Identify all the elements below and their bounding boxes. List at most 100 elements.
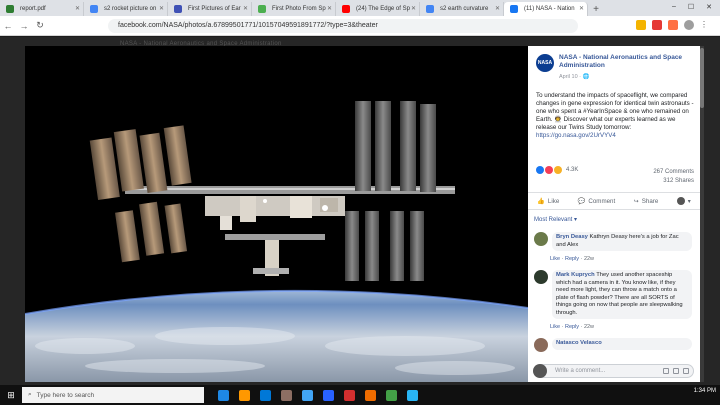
like-label: Like <box>547 197 560 205</box>
thumbs-up-icon: 👍 <box>537 198 545 205</box>
taskbar-app-icon[interactable] <box>281 389 292 401</box>
comment-bubble: Bryn Deasy Kathryn Deasy here's a job fo… <box>552 232 692 251</box>
tab-close-icon[interactable]: ✕ <box>327 5 332 12</box>
engagement-counts: 267 Comments 312 Shares <box>653 168 694 186</box>
commenter-avatar[interactable] <box>534 338 548 352</box>
reactions-summary[interactable]: 4.3K <box>536 166 578 174</box>
iss-photo-illustration <box>25 46 528 382</box>
clock-time: 1:34 PM <box>693 388 716 394</box>
system-tray-clock[interactable]: 1:34 PM <box>694 387 716 395</box>
reaction-icon <box>545 166 553 174</box>
extension-icons: ⋮ <box>636 20 710 30</box>
commenter-name[interactable]: Mark Kuprych <box>556 272 595 278</box>
tab-title: (24) The Edge of Sp <box>356 6 410 12</box>
extension-icon[interactable] <box>668 20 678 30</box>
reload-icon[interactable]: ↻ <box>32 20 48 31</box>
comment-time: 22w <box>583 324 595 330</box>
commenter-name[interactable]: Natasco Velasco <box>556 340 602 346</box>
comment-text: They used another spaceship which had a … <box>556 272 683 316</box>
taskbar-search-placeholder: Type here to search <box>36 391 95 399</box>
write-comment-input[interactable]: Write a comment... <box>533 364 694 378</box>
reaction-count: 4.3K <box>566 167 579 173</box>
browser-tab[interactable]: First Photo From Sp ✕ <box>252 2 336 16</box>
browser-tab[interactable]: (11) NASA - Nation ✕ <box>504 2 588 16</box>
windows-start-icon[interactable]: ⊞ <box>0 385 22 405</box>
commenter-avatar[interactable] <box>534 270 548 284</box>
back-icon[interactable]: ← <box>0 21 16 31</box>
commenter-avatar[interactable] <box>534 232 548 246</box>
taskbar-search-box[interactable]: ⌕ Type here to search <box>22 387 204 403</box>
tab-close-icon[interactable]: ✕ <box>243 5 248 12</box>
extension-icon[interactable] <box>652 20 662 30</box>
taskbar-app-icon[interactable] <box>365 389 376 401</box>
comment-like-link[interactable]: Like <box>550 324 560 330</box>
taskbar-app-icon[interactable] <box>323 389 334 401</box>
like-button[interactable]: 👍 Like <box>537 197 560 206</box>
taskbar-app-icon[interactable] <box>407 389 418 401</box>
browser-tab[interactable]: s2 rocket picture on ✕ <box>84 2 168 16</box>
minimize-button[interactable]: – <box>672 3 676 11</box>
tab-title: report.pdf <box>20 6 46 12</box>
forward-icon[interactable]: → <box>16 21 32 31</box>
tab-close-icon[interactable]: ✕ <box>411 5 416 12</box>
taskbar-app-icon[interactable] <box>386 389 397 401</box>
caption-link[interactable]: https://go.nasa.gov/2UrVYV4 <box>536 132 616 139</box>
comment-sort-dropdown[interactable]: Most Relevant ▾ <box>534 216 577 223</box>
browser-tab[interactable]: s2 earth curvature ✕ <box>420 2 504 16</box>
emoji-icon[interactable] <box>663 368 669 374</box>
tab-close-icon[interactable]: ✕ <box>75 5 80 12</box>
comment-like-link[interactable]: Like <box>550 256 560 262</box>
reaction-icon <box>536 166 544 174</box>
shares-count[interactable]: 312 Shares <box>653 177 694 186</box>
page-name-link[interactable]: NASA - National Aeronautics and Space Ad… <box>559 54 691 70</box>
taskbar-app-icon[interactable] <box>344 389 355 401</box>
camera-icon[interactable] <box>673 368 679 374</box>
url-field[interactable]: facebook.com/NASA/photos/a.67899501771/1… <box>108 18 578 33</box>
comment-item: Natasco Velasco <box>534 338 694 358</box>
taskbar-app-icon[interactable] <box>302 389 313 401</box>
post-actions: 👍 Like 💬 Comment ↪ Share ▾ <box>528 192 700 210</box>
globe-icon: 🌐 <box>582 74 590 80</box>
current-user-avatar <box>533 364 547 378</box>
tab-favicon-icon <box>90 5 98 13</box>
nasa-avatar[interactable]: NASA <box>536 54 554 72</box>
comment-input-icons <box>663 368 689 374</box>
comment-reply-link[interactable]: Reply <box>565 256 579 262</box>
tab-close-icon[interactable]: ✕ <box>495 5 500 12</box>
taskbar-app-icon[interactable] <box>239 389 250 401</box>
taskbar-app-icon[interactable] <box>218 389 229 401</box>
tab-title: (11) NASA - Nation <box>524 6 575 12</box>
browser-tab[interactable]: report.pdf ✕ <box>0 2 84 16</box>
comments-count[interactable]: 267 Comments <box>653 168 694 177</box>
browser-tab[interactable]: (24) The Edge of Sp ✕ <box>336 2 420 16</box>
comment-button[interactable]: 💬 Comment <box>577 197 616 206</box>
extension-icon[interactable] <box>636 20 646 30</box>
tab-favicon-icon <box>342 5 350 13</box>
post-date-text: April 10 · <box>559 74 583 80</box>
address-bar: ← → ↻ facebook.com/NASA/photos/a.6789950… <box>0 16 720 36</box>
audience-selector[interactable]: ▾ <box>676 197 691 205</box>
menu-icon[interactable]: ⋮ <box>700 20 710 30</box>
tab-close-icon[interactable]: ✕ <box>159 5 164 12</box>
taskbar-app-icons <box>218 389 418 401</box>
comment-bubble: Natasco Velasco <box>552 338 692 350</box>
profile-icon[interactable] <box>684 20 694 30</box>
tab-title: s2 rocket picture on <box>104 6 157 12</box>
tab-close-icon[interactable]: ✕ <box>579 5 584 12</box>
new-tab-button[interactable]: + <box>588 2 604 16</box>
taskbar-app-icon[interactable] <box>260 389 271 401</box>
comment-reply-link[interactable]: Reply <box>565 324 579 330</box>
panel-scrollbar-thumb[interactable] <box>700 48 704 108</box>
comment-icon: 💬 <box>577 198 586 205</box>
gif-icon[interactable] <box>683 368 689 374</box>
commenter-name[interactable]: Bryn Deasy <box>556 234 588 240</box>
browser-tab[interactable]: First Pictures of Ear ✕ <box>168 2 252 16</box>
search-icon: ⌕ <box>28 391 32 398</box>
write-comment-placeholder: Write a comment... <box>555 368 606 374</box>
maximize-button[interactable]: ☐ <box>688 3 694 11</box>
chevron-down-icon: ▾ <box>687 197 691 205</box>
space-station-photo[interactable] <box>25 46 528 382</box>
close-window-button[interactable]: ✕ <box>706 3 712 11</box>
share-button[interactable]: ↪ Share <box>634 198 659 205</box>
reaction-icon <box>554 166 562 174</box>
